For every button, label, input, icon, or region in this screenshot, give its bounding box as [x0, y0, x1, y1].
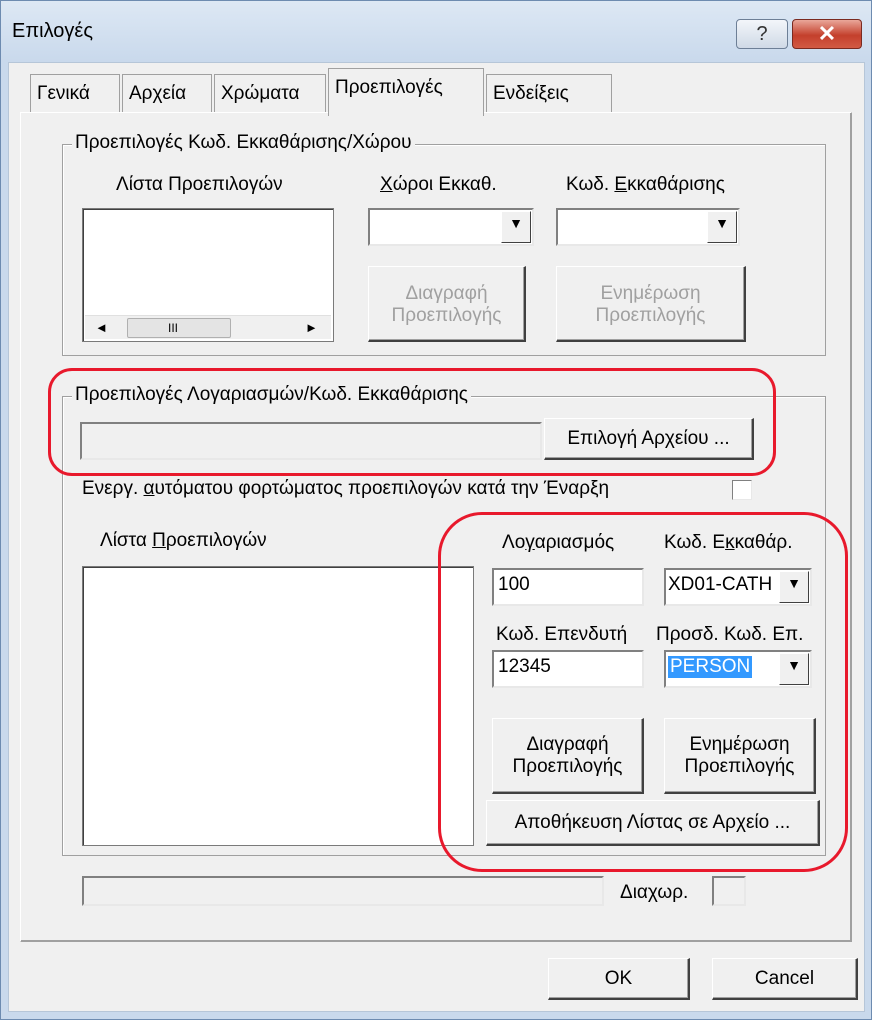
clearing-defaults-list[interactable]: ◄ III ► [82, 208, 334, 342]
tab-label: Αρχεία [129, 83, 187, 104]
scroll-right-icon[interactable]: ► [305, 317, 318, 339]
button-label: Ενημέρωση [600, 283, 701, 304]
button-label: Προεπιλογής [391, 305, 502, 326]
defaults-list-label: Λίστα Προεπιλογών [116, 174, 283, 195]
tab-label: Ενδείξεις [493, 83, 569, 104]
button-label: Προεπιλογής [595, 305, 706, 326]
dropdown-button[interactable]: ▼ [501, 211, 531, 243]
tab-general[interactable]: Γενικά [30, 74, 120, 112]
scroll-thumb[interactable]: III [127, 318, 231, 338]
tab-files[interactable]: Αρχεία [122, 74, 212, 112]
delete-clearing-default-button[interactable]: Διαγραφή Προεπιλογής [368, 266, 526, 342]
clearing-space-group-title: Προεπιλογές Κωδ. Εκκαθάρισης/Χώρου [72, 132, 415, 154]
close-icon: ✕ [817, 21, 837, 46]
clearing-spaces-label: Χώροι Εκκαθ. [380, 174, 497, 195]
chevron-down-icon: ▼ [509, 215, 523, 231]
cancel-button[interactable]: Cancel [712, 958, 858, 1000]
horizontal-scrollbar[interactable]: ◄ III ► [85, 315, 331, 339]
tab-defaults[interactable]: Προεπιλογές [328, 68, 484, 116]
tab-label: Προεπιλογές [335, 77, 443, 98]
account-defaults-list-label: Λίστα Προεπιλογών [100, 530, 267, 551]
update-clearing-default-button[interactable]: Ενημέρωση Προεπιλογής [556, 266, 746, 342]
highlight-outline-account-fields [438, 512, 848, 872]
autoload-label: Ενεργ. αυτόματου φορτώματος προεπιλογών … [82, 478, 610, 499]
clearing-code-label: Κωδ. Εκκαθάρισης [566, 174, 725, 195]
clearing-code-select[interactable]: ▼ [556, 208, 740, 246]
help-button[interactable]: ? [736, 19, 788, 49]
button-label: Διαγραφή [405, 283, 488, 304]
tab-label: Χρώματα [221, 83, 300, 104]
scroll-left-icon[interactable]: ◄ [95, 317, 108, 339]
clearing-spaces-select[interactable]: ▼ [368, 208, 534, 246]
separator-field[interactable] [712, 876, 746, 906]
account-defaults-list[interactable] [82, 566, 474, 846]
chevron-down-icon: ▼ [715, 215, 729, 231]
status-field [82, 876, 604, 906]
separator-label: Διαχωρ. [620, 882, 689, 903]
autoload-checkbox[interactable] [732, 480, 752, 500]
highlight-outline-file-group [48, 368, 776, 476]
dropdown-button[interactable]: ▼ [707, 211, 737, 243]
ok-button[interactable]: OK [548, 958, 690, 1000]
tab-indications[interactable]: Ενδείξεις [486, 74, 612, 112]
tab-label: Γενικά [37, 83, 90, 104]
help-icon: ? [756, 23, 768, 45]
close-button[interactable]: ✕ [792, 19, 862, 49]
tab-colors[interactable]: Χρώματα [214, 74, 326, 112]
scroll-grip-icon: III [168, 321, 179, 335]
window-title: Επιλογές [12, 20, 93, 42]
